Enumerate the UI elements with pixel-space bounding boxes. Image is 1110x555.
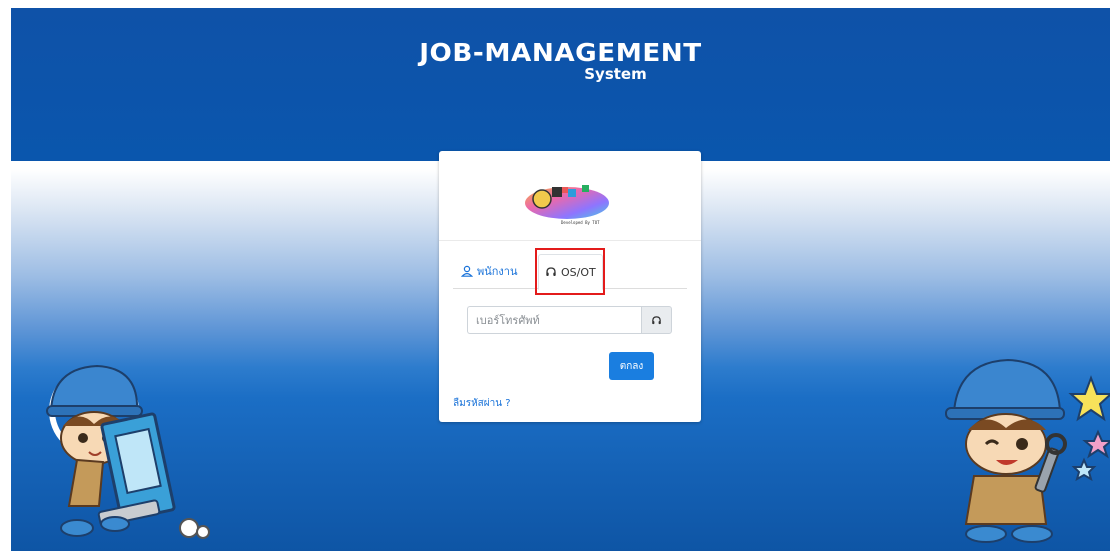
logo-caption: Developed By TOT <box>561 220 600 225</box>
headset-icon <box>652 315 661 324</box>
logo-area: Developed By TOT <box>439 151 701 241</box>
phone-input-addon <box>641 306 672 334</box>
mascot-worker-wrench-icon <box>945 358 1110 543</box>
user-icon <box>461 265 473 277</box>
tab-employee[interactable]: พนักงาน <box>461 254 518 288</box>
login-card: Developed By TOT พนักงาน OS/OT เบอร์โทรศ… <box>439 151 701 422</box>
tab-employee-label: พนักงาน <box>477 265 518 278</box>
phone-input-group <box>467 306 672 334</box>
forgot-password-link[interactable]: ลืมรหัสผ่าน ? <box>453 396 511 411</box>
mascot-worker-phonebooth-icon <box>46 364 210 539</box>
submit-button[interactable]: ตกลง <box>609 352 654 380</box>
phone-input[interactable] <box>467 306 641 334</box>
brand: JOB-MANAGEMENT System <box>11 38 1110 83</box>
app-title: JOB-MANAGEMENT <box>419 38 702 67</box>
app-subtitle: System <box>584 65 647 83</box>
highlight-box <box>535 248 605 295</box>
header-band <box>11 8 1110 161</box>
app-frame: JOB-MANAGEMENT System Developed By TOT พ… <box>11 8 1110 551</box>
job-m-logo-icon <box>525 185 609 219</box>
